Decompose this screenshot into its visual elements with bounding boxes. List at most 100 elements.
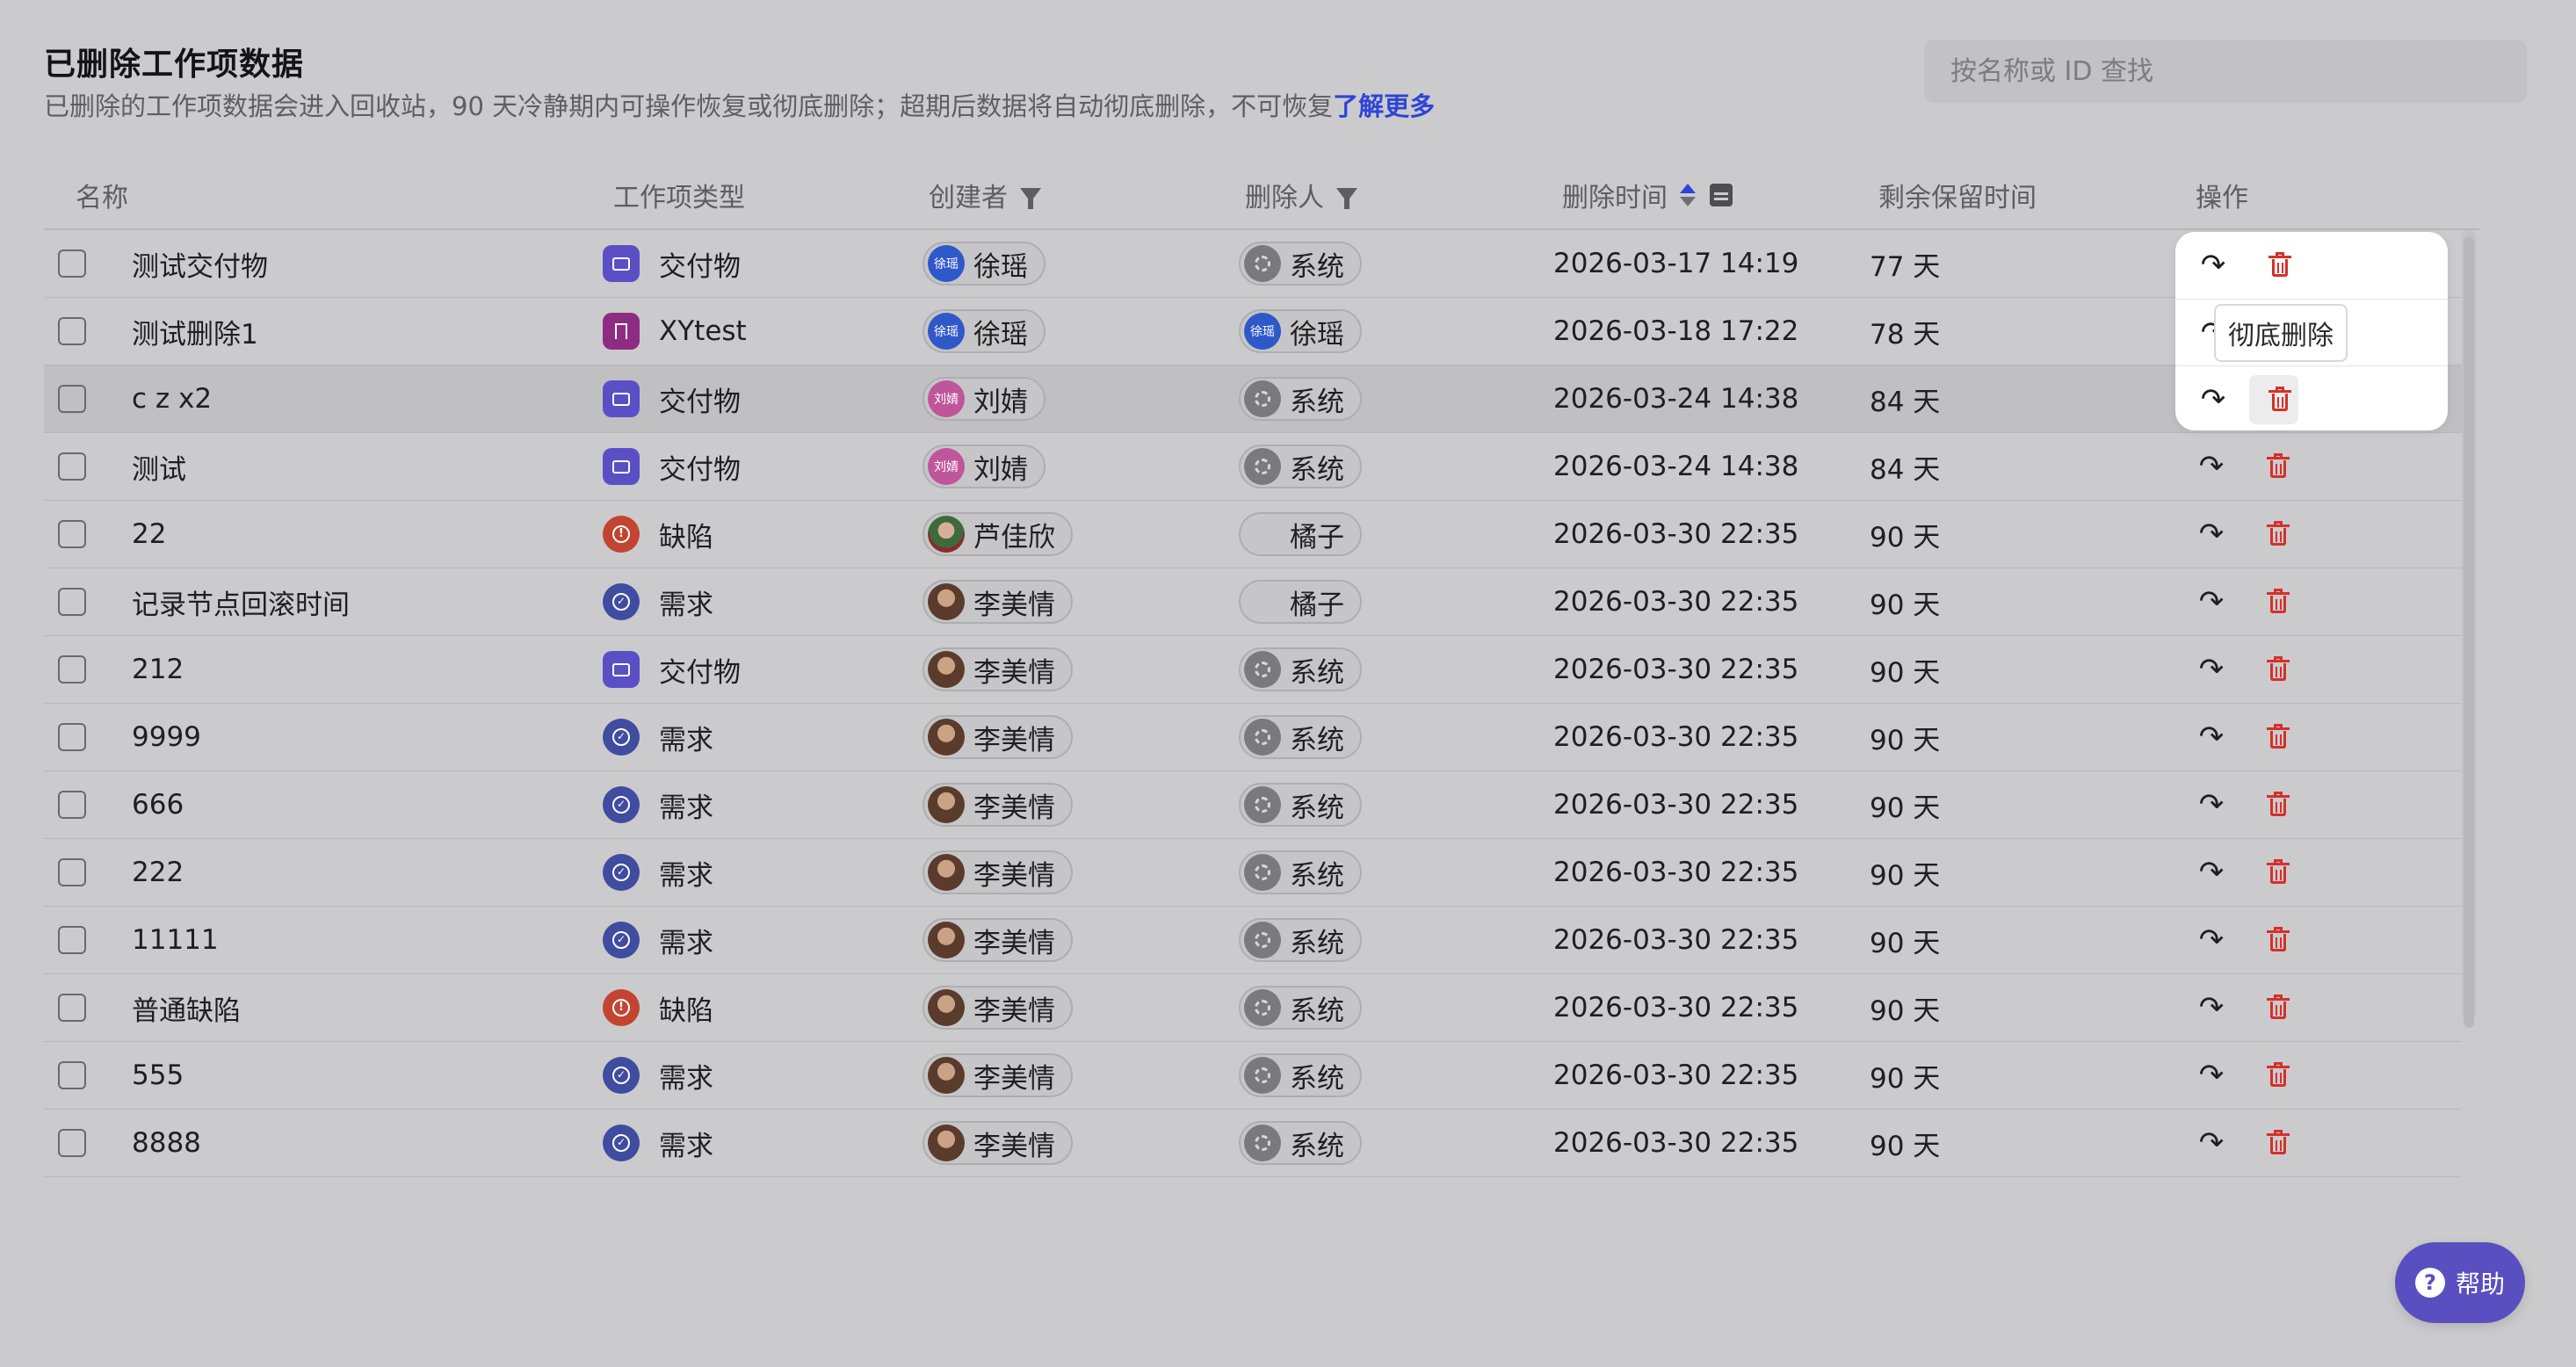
table-row[interactable]: 555 ✓ 需求 李美情 系统 2026-03-30 22:35 90 天 ↷ [44, 1042, 2462, 1110]
column-header-creator[interactable]: 创建者 [929, 162, 1041, 228]
sort-icon[interactable] [1680, 184, 1696, 206]
row-type-label: 交付物 [659, 386, 741, 418]
scrollbar-thumb[interactable] [2464, 237, 2474, 1028]
row-checkbox-cell[interactable] [58, 298, 86, 365]
row-name: 22 [132, 518, 167, 550]
row-checkbox[interactable] [58, 723, 86, 751]
table-row[interactable]: 测试删除1 XYtest 徐瑶 徐瑶 徐瑶 徐瑶 2026-03-18 17:22 78 天 [44, 298, 2462, 365]
row-creator: 李美情 [923, 704, 1073, 770]
trash-icon[interactable] [2267, 521, 2290, 547]
table-row[interactable]: 212 交付物 李美情 系统 2026-03-30 22:35 90 天 ↷ [44, 636, 2462, 704]
trash-icon[interactable] [2267, 724, 2290, 750]
row-deleted-time: 2026-03-18 17:22 [1553, 315, 1799, 347]
row-checkbox[interactable] [58, 994, 86, 1022]
row-name: 普通缺陷 [132, 995, 241, 1027]
restore-icon[interactable]: ↷ [2196, 857, 2226, 887]
restore-icon[interactable]: ↷ [2196, 790, 2226, 820]
row-checkbox[interactable] [58, 452, 86, 481]
trash-icon[interactable] [2268, 387, 2291, 413]
row-checkbox-cell[interactable] [58, 1110, 86, 1176]
table-row[interactable]: c z x2 交付物 刘婧 刘婧 系统 2026-03-24 14:38 84 天 [44, 365, 2462, 433]
trash-icon[interactable] [2267, 859, 2290, 886]
table-row[interactable]: 测试交付物 交付物 徐瑶 徐瑶 系统 2026-03-17 14:19 77 天 [44, 230, 2462, 298]
creator-name: 李美情 [973, 927, 1055, 959]
table-row[interactable]: 666 ✓ 需求 李美情 系统 2026-03-30 22:35 90 天 ↷ [44, 771, 2462, 839]
row-checkbox[interactable] [58, 926, 86, 954]
row-type: ✓ 需求 [603, 907, 713, 973]
row-checkbox-cell[interactable] [58, 771, 86, 838]
row-checkbox[interactable] [58, 791, 86, 819]
row-checkbox-cell[interactable] [58, 907, 86, 973]
row-checkbox-cell[interactable] [58, 636, 86, 703]
trash-icon[interactable] [2267, 453, 2290, 480]
row-checkbox[interactable] [58, 317, 86, 345]
trash-icon[interactable] [2267, 995, 2290, 1021]
row-checkbox-cell[interactable] [58, 230, 86, 297]
creator-name: 李美情 [973, 656, 1055, 689]
column-header-deleter[interactable]: 删除人 [1245, 162, 1357, 228]
restore-icon[interactable]: ↷ [2196, 722, 2226, 752]
row-deleted-time: 2026-03-30 22:35 [1553, 857, 1799, 888]
column-header-name: 名称 [76, 183, 128, 213]
row-checkbox[interactable] [58, 588, 86, 616]
trash-icon[interactable] [2267, 792, 2290, 818]
table-scrollbar[interactable] [2462, 230, 2476, 1028]
filter-icon[interactable] [1336, 188, 1357, 209]
restore-icon[interactable]: ↷ [2196, 925, 2226, 955]
creator-chip: 李美情 [923, 580, 1073, 624]
search-box[interactable] [1924, 40, 2527, 103]
row-checkbox-cell[interactable] [58, 501, 86, 568]
table-row[interactable]: 8888 ✓ 需求 李美情 系统 2026-03-30 22:35 90 天 ↷ [44, 1110, 2462, 1177]
table-row[interactable]: 22! 缺陷 芦佳欣 橘子 2026-03-30 22:35 90 天 ↷ [44, 501, 2462, 568]
restore-icon[interactable]: ↷ [2196, 655, 2226, 684]
table-row[interactable]: 普通缺陷! 缺陷 李美情 系统 2026-03-30 22:35 90 天 ↷ [44, 974, 2462, 1042]
restore-icon[interactable]: ↷ [2196, 587, 2226, 617]
row-checkbox[interactable] [58, 385, 86, 413]
row-checkbox-cell[interactable] [58, 365, 86, 432]
filter-icon[interactable] [1020, 188, 1041, 209]
table-row[interactable]: 记录节点回滚时间 ✓ 需求 李美情 橘子 2026-03-30 22:35 90 天 ↷ [44, 568, 2462, 636]
restore-icon[interactable]: ↷ [2196, 1060, 2226, 1090]
restore-icon[interactable]: ↷ [2196, 993, 2226, 1023]
learn-more-link[interactable]: 了解更多 [1333, 91, 1435, 121]
table-row[interactable]: 测试 交付物 刘婧 刘婧 系统 2026-03-24 14:38 84 天 ↷ [44, 433, 2462, 501]
row-checkbox-cell[interactable] [58, 433, 86, 500]
row-deleter: 系统 [1239, 636, 1362, 703]
column-header-deleted-time[interactable]: 删除时间 [1562, 162, 1733, 228]
row-checkbox-cell[interactable] [58, 839, 86, 906]
restore-icon[interactable]: ↷ [2198, 250, 2228, 280]
row-checkbox[interactable] [58, 655, 86, 684]
row-retention: 90 天 [1870, 859, 1941, 892]
row-checkbox[interactable] [58, 250, 86, 278]
trash-icon[interactable] [2268, 252, 2291, 278]
calendar-icon[interactable] [1710, 184, 1733, 206]
row-checkbox[interactable] [58, 1129, 86, 1157]
row-name: c z x2 [132, 383, 213, 415]
search-input[interactable] [1949, 54, 2502, 88]
table-header: 名称 工作项类型 创建者 删除人 删除时间 剩余保留时间 操作 [44, 162, 2479, 230]
trash-icon[interactable] [2267, 656, 2290, 683]
row-checkbox[interactable] [58, 520, 86, 548]
row-checkbox-cell[interactable] [58, 568, 86, 635]
restore-icon[interactable]: ↷ [2196, 452, 2226, 481]
restore-icon[interactable]: ↷ [2196, 519, 2226, 549]
trash-icon[interactable] [2267, 927, 2290, 953]
row-retention: 90 天 [1870, 792, 1941, 824]
trash-icon[interactable] [2267, 1130, 2290, 1156]
trash-icon[interactable] [2267, 589, 2290, 615]
trash-icon[interactable] [2267, 1062, 2290, 1089]
restore-icon[interactable]: ↷ [2196, 1128, 2226, 1158]
row-deleted-time: 2026-03-30 22:35 [1553, 1060, 1799, 1091]
row-deleter: 系统 [1239, 907, 1362, 973]
row-checkbox-cell[interactable] [58, 1042, 86, 1109]
gear-icon [1244, 854, 1281, 891]
table-row[interactable]: 222 ✓ 需求 李美情 系统 2026-03-30 22:35 90 天 ↷ [44, 839, 2462, 907]
row-checkbox-cell[interactable] [58, 974, 86, 1041]
table-row[interactable]: 11111 ✓ 需求 李美情 系统 2026-03-30 22:35 90 天 ↷ [44, 907, 2462, 974]
row-checkbox-cell[interactable] [58, 704, 86, 770]
help-button[interactable]: ? 帮助 [2395, 1242, 2525, 1323]
row-checkbox[interactable] [58, 1061, 86, 1089]
table-row[interactable]: 9999 ✓ 需求 李美情 系统 2026-03-30 22:35 90 天 ↷ [44, 704, 2462, 771]
row-checkbox[interactable] [58, 858, 86, 886]
restore-icon[interactable]: ↷ [2198, 385, 2228, 415]
